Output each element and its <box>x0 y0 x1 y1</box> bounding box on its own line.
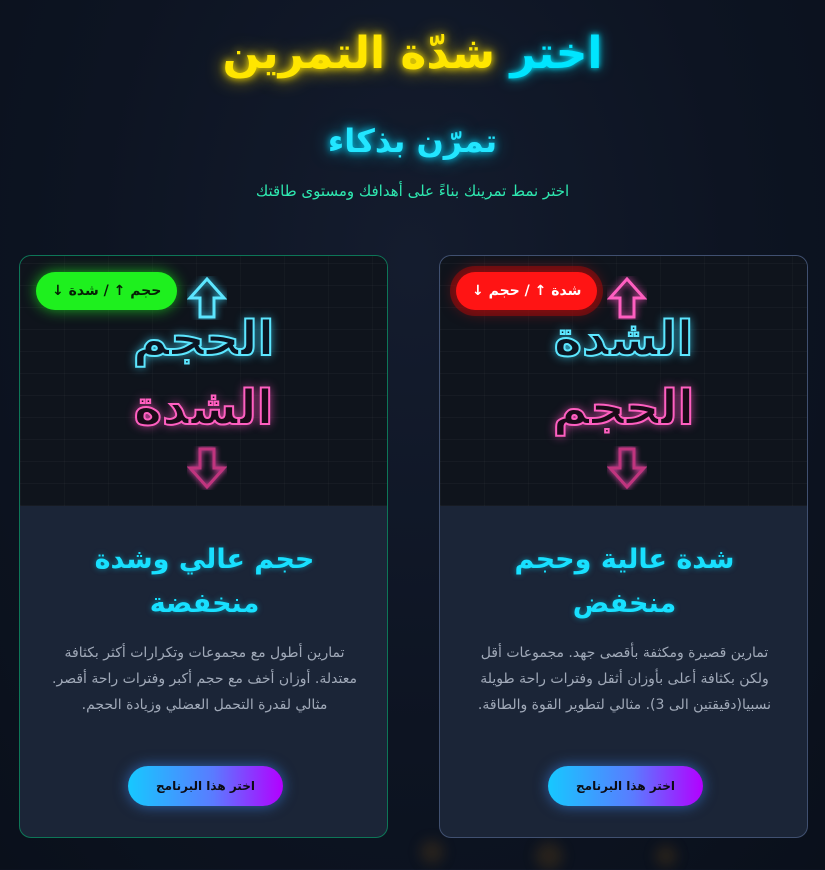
card-image-neon-sign: حجم ↑ / شدة ↓ الحجم الشدة <box>20 256 387 506</box>
card-image-neon-sign: شدة ↑ / حجم ↓ الشدة الحجم <box>440 256 807 506</box>
neon-word-top: الشدة <box>553 310 694 368</box>
card-title: حجم عالي وشدة منخفضة <box>94 544 315 619</box>
arrow-down-icon <box>187 447 227 490</box>
bokeh-light <box>420 840 444 864</box>
page-subtitle: تمرّن بذكاء <box>327 122 498 160</box>
page-title-part2: شدّة التمرين <box>222 28 496 79</box>
neon-word-bottom: الحجم <box>552 379 695 437</box>
choose-program-button[interactable]: اختر هذا البرنامج <box>548 766 703 806</box>
page-lead-text: اختر نمط تمرينك بناءً على أهدافك ومستوى … <box>255 182 570 200</box>
choose-program-button[interactable]: اختر هذا البرنامج <box>128 766 283 806</box>
card-title: شدة عالية وحجم منخفض <box>514 544 735 619</box>
status-badge: حجم ↑ / شدة ↓ <box>36 272 178 310</box>
bokeh-light <box>655 845 677 867</box>
card-description: تمارين أطول مع مجموعات وتكرارات أكثر بكث… <box>52 645 357 713</box>
program-card-intensity[interactable]: شدة ↑ / حجم ↓ الشدة الحجم شدة عالية وحجم… <box>439 255 808 838</box>
bokeh-light <box>535 842 563 870</box>
card-description: تمارين قصيرة ومكثفة بأقصى جهد. مجموعات أ… <box>477 645 772 713</box>
page-title: اختر شدّة التمرين <box>0 28 825 79</box>
program-card-volume[interactable]: حجم ↑ / شدة ↓ الحجم الشدة حجم عالي وشدة … <box>19 255 388 838</box>
neon-word-bottom: الشدة <box>133 379 274 437</box>
arrow-down-icon <box>607 447 647 490</box>
status-badge: شدة ↑ / حجم ↓ <box>456 272 598 310</box>
neon-word-top: الحجم <box>132 310 275 368</box>
page-title-part1: اختر <box>510 28 603 79</box>
